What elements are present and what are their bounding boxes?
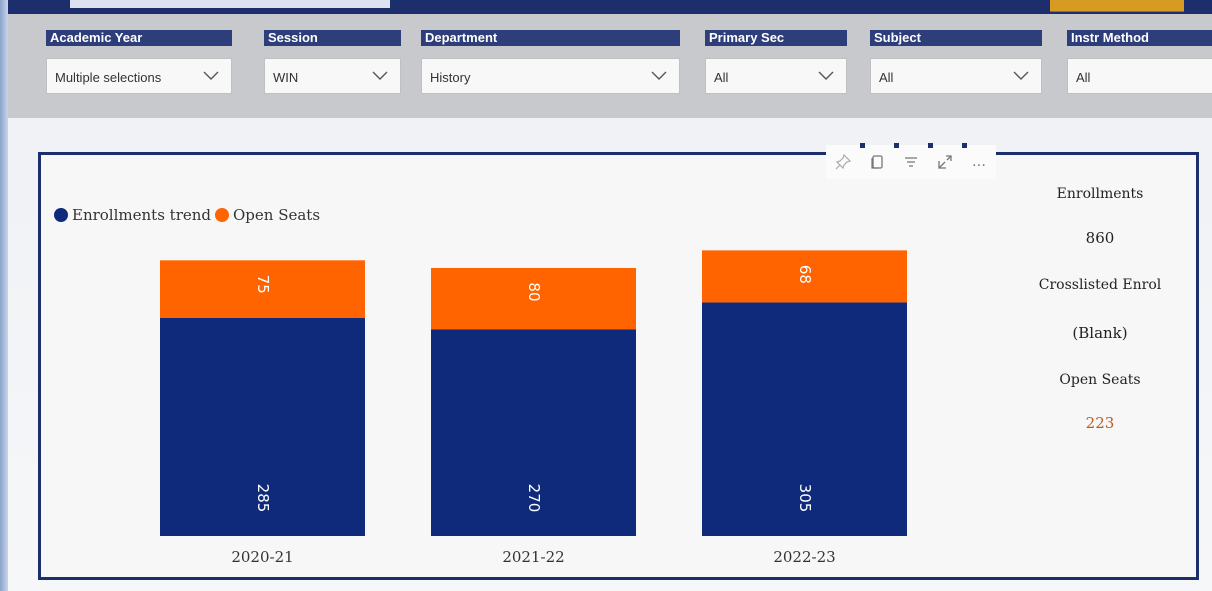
- crosslisted-value: (Blank): [1072, 324, 1128, 342]
- data-label-open-seats: 68: [796, 265, 814, 284]
- stacked-bar-chart: 285 75 2020-21 270 80 2021-22 305 68 2022-23: [160, 250, 907, 566]
- open-seats-label: Open Seats: [1059, 372, 1141, 388]
- data-label-open-seats: 80: [525, 282, 543, 301]
- data-label-enrollments: 270: [525, 484, 543, 513]
- data-label-open-seats: 75: [254, 275, 272, 294]
- data-label-enrollments: 285: [254, 484, 272, 513]
- x-tick-label: 2020-21: [231, 548, 293, 566]
- data-label-enrollments: 305: [796, 484, 814, 513]
- enrollments-value: 860: [1085, 229, 1115, 247]
- open-seats-value: 223: [1085, 414, 1115, 432]
- x-tick-label: 2021-22: [502, 548, 564, 566]
- enrollments-label: Enrollments: [1056, 186, 1144, 202]
- x-tick-label: 2022-23: [773, 548, 835, 566]
- crosslisted-label: Crosslisted Enrol: [1038, 277, 1162, 293]
